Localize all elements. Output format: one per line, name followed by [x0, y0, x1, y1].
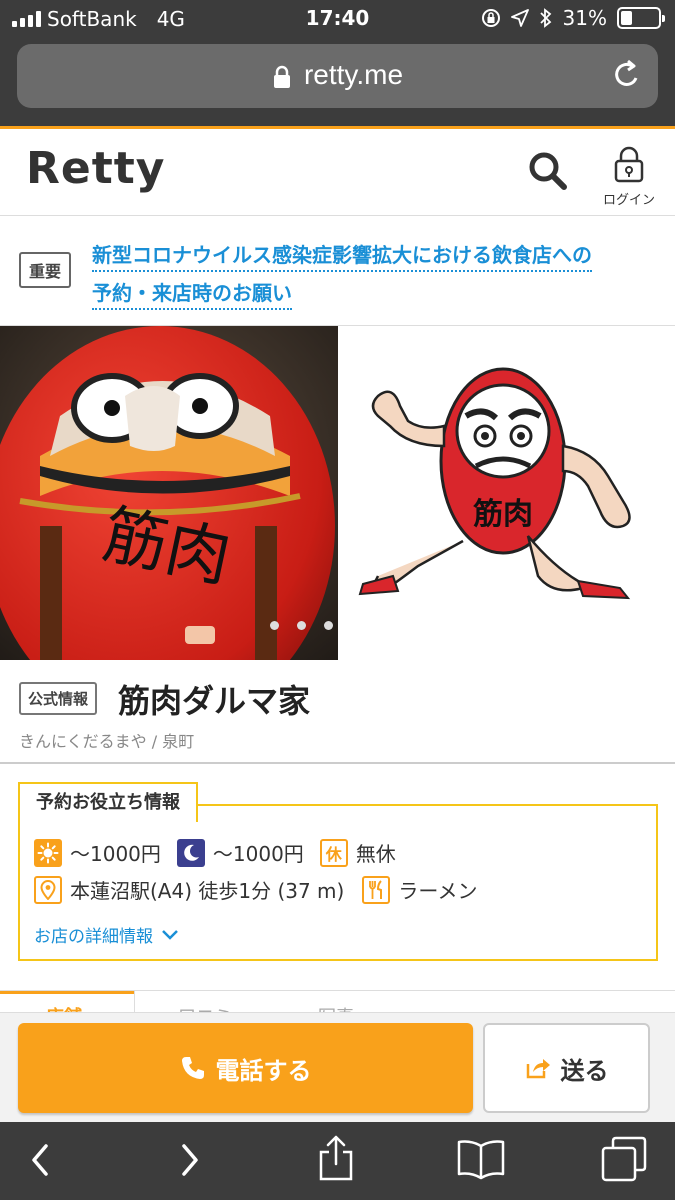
- illustration-text: 筋肉: [473, 497, 533, 532]
- daruma-illustration[interactable]: 筋肉: [338, 326, 675, 660]
- shop-detail-link[interactable]: お店の詳細情報: [34, 922, 179, 947]
- carousel-dot[interactable]: [270, 621, 279, 630]
- moon-icon: [176, 838, 205, 867]
- shop-title-block: 公式情報 筋肉ダルマ家 きんにくだるまや / 泉町: [0, 660, 675, 764]
- daruma-photo-image: 筋肉: [0, 326, 338, 660]
- send-label: 送る: [560, 1056, 609, 1085]
- official-info-badge: 公式情報: [19, 682, 98, 715]
- phone-icon: [181, 1057, 204, 1079]
- battery-icon: [617, 7, 665, 29]
- muscle-daruma-illustration: 筋肉: [358, 367, 631, 600]
- site-header: Retty ログイン: [0, 126, 675, 216]
- lock-icon: [273, 65, 290, 88]
- notice-line2: 予約・来店時のお願い: [92, 281, 292, 310]
- forward-icon[interactable]: [178, 1140, 202, 1180]
- retty-logo[interactable]: Retty: [26, 143, 165, 194]
- chevron-down-icon: [162, 929, 178, 940]
- location-icon: [510, 9, 529, 27]
- status-bar: SoftBank 4G 17:40 31%: [0, 0, 675, 38]
- bluetooth-icon: [539, 8, 551, 28]
- url-display[interactable]: retty.me: [17, 59, 658, 91]
- bookmarks-icon[interactable]: [456, 1138, 506, 1180]
- search-icon[interactable]: [528, 151, 568, 191]
- login-lock-icon: [614, 146, 644, 183]
- notice-line1: 新型コロナウイルス感染症影響拡大における飲食店への: [92, 243, 592, 272]
- shop-name: 筋肉ダルマ家: [118, 682, 311, 720]
- send-button[interactable]: 送る: [483, 1023, 650, 1113]
- reservation-info-tag: 予約お役立ち情報: [18, 782, 198, 822]
- address-bar[interactable]: retty.me: [17, 44, 658, 108]
- shop-detail-label: お店の詳細情報: [34, 927, 153, 947]
- notice-banner: 重要 新型コロナウイルス感染症影響拡大における飲食店への 予約・来店時のお願い: [0, 216, 675, 326]
- photo-carousel[interactable]: 筋肉 筋肉: [0, 326, 675, 660]
- important-badge: 重要: [19, 252, 72, 288]
- battery-percent: 31%: [562, 6, 607, 30]
- carousel-dot[interactable]: [297, 621, 306, 630]
- login-label: ログイン: [602, 193, 655, 208]
- shop-reading-area: きんにくだるまや / 泉町: [19, 732, 195, 751]
- genre-text: ラーメン: [398, 879, 478, 903]
- call-button[interactable]: 電話する: [18, 1023, 473, 1113]
- action-bar: 電話する 送る: [0, 1012, 675, 1122]
- lunch-price: 〜1000円: [70, 842, 161, 866]
- status-right: 31%: [481, 6, 665, 30]
- cutlery-icon: [362, 875, 391, 904]
- orientation-lock-icon: [481, 9, 500, 27]
- url-text: retty.me: [303, 59, 404, 90]
- call-label: 電話する: [215, 1056, 312, 1085]
- active-tab-indicator: [0, 991, 134, 994]
- carousel-dots: [270, 621, 333, 630]
- price-holiday-row: 〜1000円 〜1000円 休 無休: [34, 838, 396, 867]
- holiday-icon: 休: [319, 838, 348, 867]
- reload-icon[interactable]: [612, 58, 642, 92]
- tabs-icon[interactable]: [600, 1136, 648, 1182]
- map-pin-icon: [34, 875, 62, 904]
- back-icon[interactable]: [28, 1140, 52, 1180]
- carousel-dot[interactable]: [324, 621, 333, 630]
- access-genre-row: 本蓮沼駅(A4) 徒歩1分 (37 m) ラーメン: [34, 875, 478, 904]
- access-text: 本蓮沼駅(A4) 徒歩1分 (37 m): [70, 879, 345, 903]
- share-icon: [526, 1059, 550, 1079]
- login-button[interactable]: ログイン: [600, 145, 658, 208]
- dinner-price: 〜1000円: [212, 842, 304, 866]
- daruma-photo[interactable]: 筋肉: [0, 326, 338, 660]
- sun-icon: [34, 838, 62, 867]
- safari-toolbar: [0, 1122, 675, 1200]
- ios-top-chrome: SoftBank 4G 17:40 31% retty.me: [0, 0, 675, 126]
- holiday-value: 無休: [355, 842, 396, 866]
- share-sheet-icon[interactable]: [316, 1134, 356, 1182]
- corona-notice-link[interactable]: 新型コロナウイルス感染症影響拡大における飲食店への 予約・来店時のお願い: [92, 236, 652, 312]
